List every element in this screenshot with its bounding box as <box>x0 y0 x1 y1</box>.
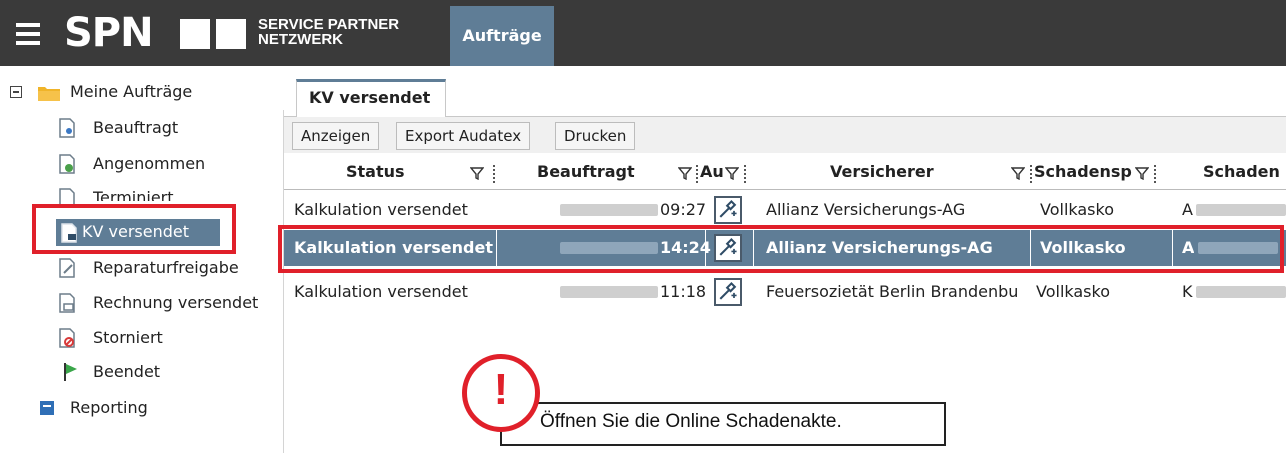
column-separator[interactable] <box>696 165 698 183</box>
column-separator[interactable] <box>1154 165 1156 183</box>
redacted-damage-number <box>1196 286 1286 298</box>
hamburger-menu-icon[interactable] <box>16 23 40 45</box>
filter-icon[interactable] <box>725 166 739 180</box>
damage-number-cell: A <box>1182 200 1193 219</box>
highlight-box-row <box>278 225 1284 273</box>
time-cell: 11:18 <box>660 282 707 301</box>
damage-number-cell: K <box>1182 282 1193 301</box>
document-cancel-icon <box>59 328 75 348</box>
book-icon <box>40 401 54 415</box>
filter-icon[interactable] <box>1135 166 1149 180</box>
table-row[interactable]: Kalkulation versendet 11:18 Feuersozietä… <box>284 274 1286 310</box>
document-check-icon <box>59 154 75 174</box>
column-header-schadensparte[interactable]: Schadensp <box>1034 162 1134 181</box>
tab-kv-versendet[interactable]: KV versendet <box>296 79 446 117</box>
column-header-status[interactable]: Status <box>346 162 436 181</box>
damage-type-cell: Vollkasko <box>1040 200 1114 219</box>
callout-text: Öffnen Sie die Online Schadenakte. <box>540 411 842 432</box>
exclamation-icon: ! <box>493 365 509 414</box>
nav-tab-auftraege[interactable]: Aufträge <box>450 6 554 66</box>
logo-square-icon <box>180 19 210 49</box>
logo-subtitle: SERVICE PARTNER NETZWERK <box>258 17 399 47</box>
column-separator[interactable] <box>1030 165 1032 183</box>
filter-icon[interactable] <box>1011 166 1025 180</box>
repair-tool-icon[interactable] <box>714 278 742 306</box>
column-header-versicherer[interactable]: Versicherer <box>830 162 950 181</box>
logo-square-icon <box>216 19 246 49</box>
logo-subtitle-line2: NETZWERK <box>258 31 343 48</box>
flag-icon <box>64 363 77 381</box>
column-separator[interactable] <box>493 165 495 183</box>
sidebar-item-angenommen[interactable]: Angenommen <box>93 154 205 173</box>
status-cell: Kalkulation versendet <box>294 200 468 219</box>
document-edit-icon <box>59 258 75 278</box>
column-header-beauftragt[interactable]: Beauftragt <box>537 162 657 181</box>
sidebar-item-terminiert[interactable]: Terminiert <box>93 188 174 201</box>
filter-icon[interactable] <box>678 166 692 180</box>
repair-tool-icon[interactable] <box>714 196 742 224</box>
column-separator[interactable] <box>744 165 746 183</box>
export-audatex-button[interactable]: Export Audatex <box>396 122 531 150</box>
sidebar-item-reporting[interactable]: Reporting <box>70 398 148 417</box>
highlight-box-sidebar <box>32 204 236 254</box>
insurer-cell: Feuersozietät Berlin Brandenbu <box>766 282 1019 301</box>
folder-icon <box>38 87 60 101</box>
insurer-cell: Allianz Versicherungs-AG <box>766 200 966 219</box>
sidebar-item-reparaturfreigabe[interactable]: Reparaturfreigabe <box>93 258 239 277</box>
column-header-au[interactable]: Au <box>700 162 726 181</box>
print-button[interactable]: Drucken <box>555 122 636 150</box>
redacted-damage-number <box>1196 204 1286 216</box>
time-cell: 09:27 <box>660 200 707 219</box>
sidebar-item-beauftragt[interactable]: Beauftragt <box>93 118 178 137</box>
tree-collapse-icon[interactable] <box>10 86 22 98</box>
filter-icon[interactable] <box>470 166 484 180</box>
document-person-icon <box>59 118 75 138</box>
redacted-date <box>560 204 658 216</box>
sidebar-item-storniert[interactable]: Storniert <box>93 328 163 347</box>
document-invoice-icon <box>59 293 75 313</box>
sidebar-root-label[interactable]: Meine Aufträge <box>70 82 192 101</box>
show-button[interactable]: Anzeigen <box>292 122 380 150</box>
sidebar-item-rechnung-versendet[interactable]: Rechnung versendet <box>93 293 258 312</box>
table-row[interactable]: Kalkulation versendet 09:27 Allianz Vers… <box>284 192 1286 228</box>
column-header-schaden[interactable]: Schaden <box>1203 162 1286 181</box>
status-cell: Kalkulation versendet <box>294 282 468 301</box>
logo-text: SPN <box>64 10 154 56</box>
damage-type-cell: Vollkasko <box>1036 282 1110 301</box>
redacted-date <box>560 286 658 298</box>
logo-subtitle-line1: SERVICE PARTNER <box>258 16 400 33</box>
sidebar-item-beendet[interactable]: Beendet <box>93 362 160 381</box>
top-bar: SPN SERVICE PARTNER NETZWERK Aufträge <box>0 0 1286 66</box>
